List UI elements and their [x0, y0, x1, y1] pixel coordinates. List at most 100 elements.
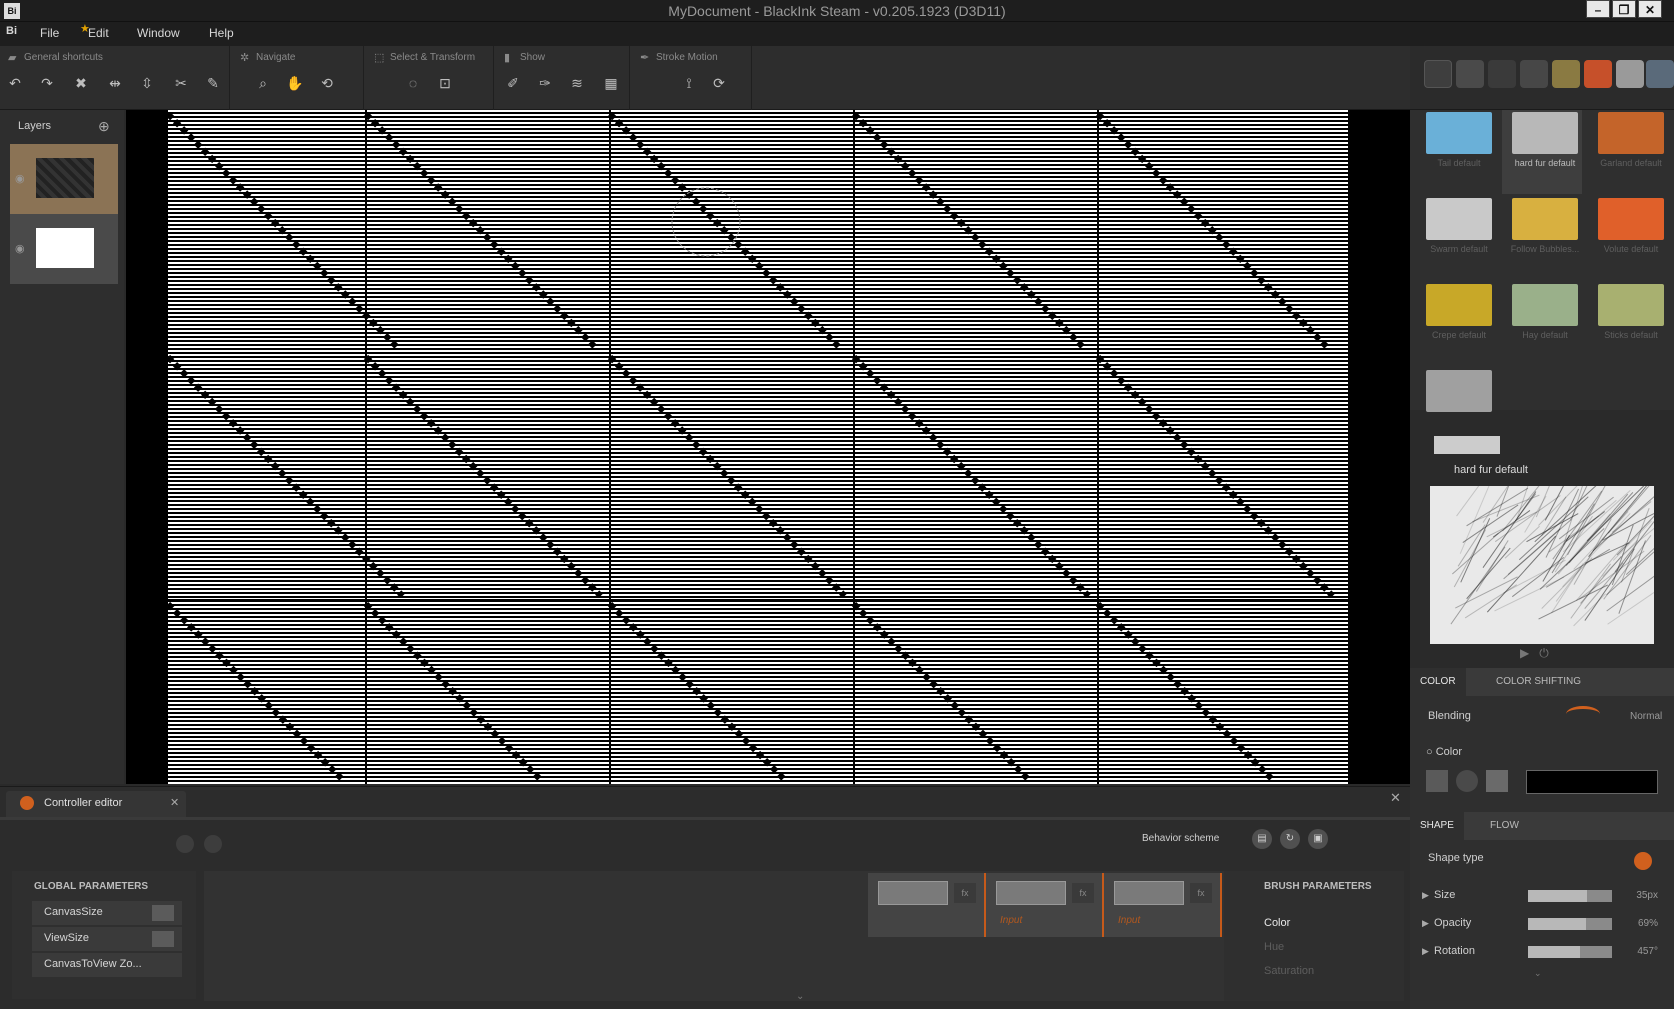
transform-icon[interactable]: ⊡ [434, 72, 456, 94]
undo-icon[interactable]: ↶ [4, 72, 26, 94]
brush-item[interactable]: Tail default [1416, 110, 1496, 194]
menu-help[interactable]: Help [209, 26, 234, 40]
stroke-motion-icon: ✒ [640, 51, 649, 64]
brush-item[interactable]: Crepe default [1416, 282, 1496, 366]
brush-show-icon[interactable]: ✐ [502, 72, 524, 94]
scroll-down-icon[interactable]: ⌄ [1534, 968, 1542, 979]
property-row-rotation: ▶ Rotation 457° [1410, 938, 1674, 966]
tab-color-shifting[interactable]: COLOR SHIFTING [1486, 668, 1591, 696]
brush-param-item[interactable]: Color [1264, 917, 1290, 929]
edit-star-icon: ★ [80, 22, 90, 35]
pencil-brush-icon[interactable] [1424, 60, 1452, 88]
property-label: Size [1434, 889, 1455, 901]
property-slider[interactable] [1528, 890, 1612, 902]
color-brush-icon[interactable] [1584, 60, 1612, 88]
layer-item[interactable]: ◉ [10, 214, 118, 284]
color-swatch[interactable] [1526, 770, 1658, 794]
global-param-item[interactable]: CanvasSize [32, 901, 182, 925]
grid-show-icon[interactable]: ▦ [600, 72, 622, 94]
delete-icon[interactable]: ✖ [70, 72, 92, 94]
curve-preview[interactable] [1114, 881, 1184, 905]
play-icon[interactable]: ▶ [1520, 646, 1529, 660]
texture-brush-icon[interactable] [1552, 60, 1580, 88]
restore-button[interactable]: ❐ [1612, 0, 1636, 18]
save-scheme-icon[interactable]: ▣ [1308, 829, 1328, 849]
reset-scheme-icon[interactable]: ↻ [1280, 829, 1300, 849]
controller-node[interactable]: fx Input [1104, 873, 1222, 937]
lasso-select-icon[interactable]: ◌ [402, 72, 424, 94]
brush-item[interactable]: Sticks default [1588, 282, 1668, 366]
panel-collapse-icon[interactable]: ⌄ [796, 991, 804, 1002]
layer-item[interactable]: ◉ [10, 144, 118, 214]
fx-icon[interactable]: fx [954, 883, 976, 903]
flip-horizontal-icon[interactable]: ⇹ [104, 72, 126, 94]
close-panel-icon[interactable]: ✕ [1390, 790, 1401, 806]
smudge-brush-icon[interactable] [1646, 60, 1674, 88]
menu-edit[interactable]: Edit [88, 26, 109, 40]
layers-show-icon[interactable]: ≋ [566, 72, 588, 94]
add-layer-icon[interactable]: ⊕ [98, 118, 110, 135]
chevron-right-icon[interactable]: ▶ [1422, 946, 1429, 957]
pan-hand-icon[interactable]: ✋ [284, 72, 306, 94]
brush-item[interactable]: Follow Bubbles... [1502, 196, 1582, 280]
fx-icon[interactable]: fx [1072, 883, 1094, 903]
divider [0, 817, 1410, 820]
motion-icon[interactable]: ⟳ [708, 72, 730, 94]
controller-tab[interactable]: Controller editor ✕ [6, 791, 186, 817]
brush-item[interactable]: Hay default [1502, 282, 1582, 366]
forward-button[interactable] [204, 835, 222, 853]
ink-brush-icon[interactable] [1488, 60, 1516, 88]
menu-file[interactable]: File [40, 26, 59, 40]
curve-preview[interactable] [878, 881, 948, 905]
global-param-item[interactable]: CanvasToView Zo... [32, 953, 182, 977]
flip-vertical-icon[interactable]: ⇳ [136, 72, 158, 94]
stroke-icon[interactable]: ⟟ [678, 72, 700, 94]
eye-icon[interactable]: ◉ [15, 172, 25, 185]
brush-param-item[interactable]: Saturation [1264, 965, 1314, 977]
property-slider[interactable] [1528, 918, 1612, 930]
color-wheel-icon[interactable] [1456, 770, 1478, 792]
close-button[interactable]: ✕ [1638, 0, 1662, 18]
brush-item[interactable]: Volute default [1588, 196, 1668, 280]
brush-category-strip [1410, 46, 1674, 110]
global-param-item[interactable]: ViewSize [32, 927, 182, 951]
round-brush-icon[interactable] [1456, 60, 1484, 88]
tab-color[interactable]: COLOR [1410, 668, 1466, 696]
shape-type-selector[interactable] [1634, 852, 1652, 870]
brush-item[interactable]: Swarm default [1416, 196, 1496, 280]
scissors-icon[interactable]: ✂ [170, 72, 192, 94]
eye-icon[interactable]: ◉ [15, 242, 25, 255]
redo-icon[interactable]: ↷ [36, 72, 58, 94]
minimize-button[interactable]: – [1586, 0, 1610, 18]
brush-edit-icon[interactable]: ✑ [534, 72, 556, 94]
color-picker-icon[interactable] [1486, 770, 1508, 792]
color-grid-icon[interactable] [1426, 770, 1448, 792]
close-tab-icon[interactable]: ✕ [170, 796, 179, 809]
fx-icon[interactable]: fx [1190, 883, 1212, 903]
zoom-icon[interactable]: ⌕ [252, 72, 274, 94]
property-slider[interactable] [1528, 946, 1612, 958]
fill-icon[interactable]: ✎ [202, 72, 224, 94]
brush-item[interactable]: Garland default [1588, 110, 1668, 194]
drawing-canvas[interactable] [126, 110, 1410, 784]
hatch-brush-icon[interactable] [1520, 60, 1548, 88]
curve-preview[interactable] [996, 881, 1066, 905]
tab-flow[interactable]: FLOW [1480, 812, 1529, 840]
brush-param-item[interactable]: Hue [1264, 941, 1284, 953]
toolbar-group-title: Navigate [256, 52, 295, 63]
back-button[interactable] [176, 835, 194, 853]
rotate-hand-icon[interactable]: ⟲ [316, 72, 338, 94]
brush-item[interactable]: hard fur default [1502, 110, 1582, 194]
eraser-brush-icon[interactable] [1616, 60, 1644, 88]
controller-node[interactable]: fx [868, 873, 986, 937]
blending-value[interactable]: Normal [1630, 711, 1662, 722]
chevron-right-icon[interactable]: ▶ [1422, 890, 1429, 901]
controller-node[interactable]: fx Input [986, 873, 1104, 937]
menu-window[interactable]: Window [137, 26, 180, 40]
tab-shape[interactable]: SHAPE [1410, 812, 1464, 840]
power-icon[interactable]: ⏻ [1539, 646, 1549, 660]
property-value: 457° [1637, 946, 1658, 957]
open-scheme-icon[interactable]: ▤ [1252, 829, 1272, 849]
select-icon: ⬚ [374, 51, 384, 64]
chevron-right-icon[interactable]: ▶ [1422, 918, 1429, 929]
